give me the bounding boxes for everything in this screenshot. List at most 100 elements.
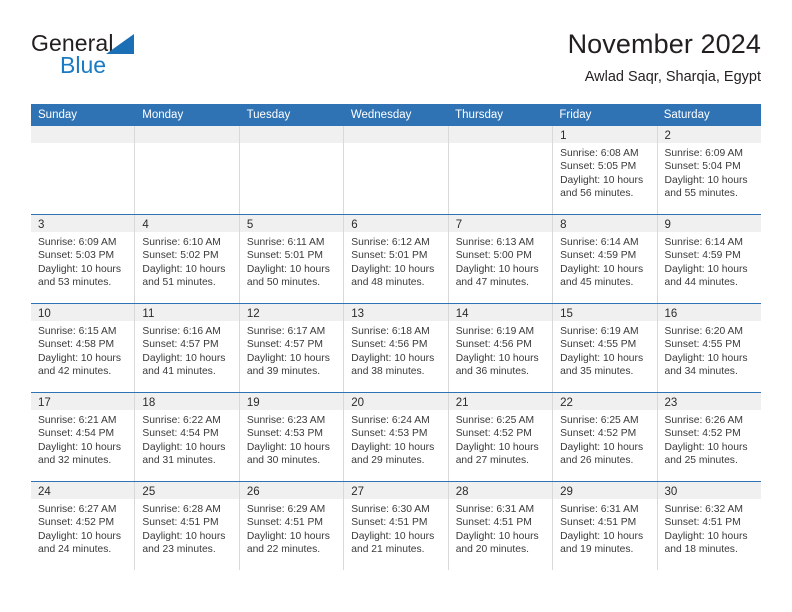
day-number-band: 7 [448,215,553,232]
page-header: General Blue November 2024 Awlad Saqr, S… [31,28,761,94]
triangle-icon [106,34,134,54]
daylight-text-line1: Daylight: 10 hours [142,441,226,453]
sunrise-text: Sunrise: 6:12 AM [351,237,430,248]
daylight-text-line2: and 48 minutes. [351,277,425,289]
calendar-grid: Sunday Monday Tuesday Wednesday Thursday… [31,104,761,570]
day-details: Sunrise: 6:19 AM Sunset: 4:56 PM Daylight:… [449,321,552,379]
sunset-text: Sunset: 4:57 PM [142,339,219,351]
day-number: 29 [560,486,573,498]
day-details: Sunrise: 6:29 AM Sunset: 4:51 PM Daylight:… [240,499,343,557]
day-number: 2 [664,130,671,142]
day-cell[interactable]: 19 Sunrise: 6:23 AM Sunset: 4:53 PM Dayligh… [239,393,345,481]
day-cell[interactable]: 6 Sunrise: 6:12 AM Sunset: 5:01 PM Daylight… [344,215,449,303]
day-cell[interactable]: 20 Sunrise: 6:24 AM Sunset: 4:53 PM Dayligh… [344,393,449,481]
day-cell[interactable]: 1 Sunrise: 6:08 AM Sunset: 5:05 PM Daylight… [553,126,658,214]
sunrise-text: Sunrise: 6:24 AM [351,415,430,426]
day-number: 20 [351,397,365,409]
daylight-text-line1: Daylight: 10 hours [142,530,226,542]
day-details: Sunrise: 6:25 AM Sunset: 4:52 PM Daylight:… [553,410,656,468]
day-number: 14 [455,308,469,320]
sunset-text: Sunset: 4:51 PM [664,517,741,529]
day-cell[interactable]: 13 Sunrise: 6:18 AM Sunset: 4:56 PM Dayligh… [344,304,449,392]
day-cell[interactable]: 4 Sunrise: 6:10 AM Sunset: 5:02 PM Daylight… [135,215,240,303]
sunset-text: Sunset: 4:51 PM [455,517,532,529]
brand-logo[interactable]: General Blue [31,28,161,87]
sunrise-text: Sunrise: 6:11 AM [246,237,325,248]
day-number-band: 25 [135,482,239,499]
sunset-text: Sunset: 4:51 PM [560,517,637,529]
day-cell[interactable]: 23 Sunrise: 6:26 AM Sunset: 4:52 PM Dayligh… [657,393,761,481]
day-cell[interactable]: 3 Sunrise: 6:09 AM Sunset: 5:03 PM Daylight… [31,215,136,303]
day-cell[interactable]: 26 Sunrise: 6:29 AM Sunset: 4:51 PM Dayligh… [239,482,345,570]
daylight-text-line2: and 47 minutes. [455,277,529,289]
day-cell[interactable]: 5 Sunrise: 6:11 AM Sunset: 5:01 PM Daylight… [239,215,345,303]
sunrise-text: Sunrise: 6:15 AM [38,326,117,337]
day-number: 1 [560,130,567,142]
daylight-text-line2: and 34 minutes. [664,366,738,378]
day-number-band [344,126,448,143]
daylight-text-line2: and 36 minutes. [455,366,529,378]
day-cell[interactable]: 2 Sunrise: 6:09 AM Sunset: 5:04 PM Daylight… [657,126,761,214]
sunset-text: Sunset: 4:55 PM [664,339,741,351]
day-details: Sunrise: 6:14 AM Sunset: 4:59 PM Daylight:… [658,232,761,290]
daylight-text-line1: Daylight: 10 hours [142,263,226,275]
day-number-band: 29 [553,482,657,499]
sunset-text: Sunset: 4:52 PM [560,428,637,440]
day-number-band [448,126,553,143]
sunset-text: Sunset: 5:01 PM [246,250,323,262]
day-cell[interactable]: 16 Sunrise: 6:20 AM Sunset: 4:55 PM Dayligh… [657,304,761,392]
day-number-band: 10 [31,304,135,321]
day-number-band: 23 [657,393,761,410]
day-number: 28 [455,486,469,498]
sunset-text: Sunset: 4:54 PM [38,428,115,440]
sunset-text: Sunset: 5:01 PM [351,250,428,262]
day-cell[interactable]: 11 Sunrise: 6:16 AM Sunset: 4:57 PM Dayligh… [135,304,240,392]
day-cell[interactable]: 22 Sunrise: 6:25 AM Sunset: 4:52 PM Dayligh… [553,393,658,481]
sunrise-text: Sunrise: 6:27 AM [38,504,117,515]
daylight-text-line2: and 20 minutes. [455,544,529,556]
day-cell[interactable]: 25 Sunrise: 6:28 AM Sunset: 4:51 PM Dayligh… [135,482,240,570]
day-details: Sunrise: 6:21 AM Sunset: 4:54 PM Daylight:… [31,410,134,468]
day-cell-empty [448,126,554,214]
daylight-text-line2: and 51 minutes. [142,277,216,289]
sunrise-text: Sunrise: 6:31 AM [560,504,639,515]
daylight-text-line1: Daylight: 10 hours [246,263,330,275]
day-cell[interactable]: 14 Sunrise: 6:19 AM Sunset: 4:56 PM Dayligh… [448,304,554,392]
day-cell[interactable]: 24 Sunrise: 6:27 AM Sunset: 4:52 PM Dayligh… [31,482,136,570]
sunrise-text: Sunrise: 6:17 AM [246,326,326,337]
day-cell[interactable]: 21 Sunrise: 6:25 AM Sunset: 4:52 PM Dayligh… [448,393,554,481]
day-number-band: 27 [344,482,448,499]
daylight-text-line2: and 19 minutes. [560,544,634,556]
sunset-text: Sunset: 4:52 PM [455,428,532,440]
daylight-text-line2: and 38 minutes. [351,366,425,378]
day-cell[interactable]: 30 Sunrise: 6:32 AM Sunset: 4:51 PM Dayligh… [657,482,761,570]
daylight-text-line1: Daylight: 10 hours [664,174,748,186]
day-cell[interactable]: 10 Sunrise: 6:15 AM Sunset: 4:58 PM Dayligh… [31,304,136,392]
sunrise-text: Sunrise: 6:26 AM [664,415,743,426]
day-details: Sunrise: 6:18 AM Sunset: 4:56 PM Daylight:… [344,321,447,379]
sunrise-text: Sunrise: 6:19 AM [455,326,535,337]
day-cell[interactable]: 28 Sunrise: 6:31 AM Sunset: 4:51 PM Dayligh… [448,482,554,570]
day-details: Sunrise: 6:32 AM Sunset: 4:51 PM Daylight:… [658,499,761,557]
daylight-text-line1: Daylight: 10 hours [455,441,539,453]
sunrise-text: Sunrise: 6:22 AM [142,415,221,426]
day-cell[interactable]: 7 Sunrise: 6:13 AM Sunset: 5:00 PM Daylight… [448,215,554,303]
day-number: 17 [38,397,51,409]
day-cell[interactable]: 18 Sunrise: 6:22 AM Sunset: 4:54 PM Dayligh… [135,393,240,481]
day-details: Sunrise: 6:12 AM Sunset: 5:01 PM Daylight:… [344,232,447,290]
day-cell[interactable]: 29 Sunrise: 6:31 AM Sunset: 4:51 PM Dayligh… [553,482,658,570]
sunset-text: Sunset: 5:05 PM [560,161,637,173]
day-cell[interactable]: 9 Sunrise: 6:14 AM Sunset: 4:59 PM Daylight… [657,215,761,303]
day-cell[interactable]: 15 Sunrise: 6:19 AM Sunset: 4:55 PM Dayligh… [553,304,658,392]
day-number-band: 9 [657,215,761,232]
day-cell[interactable]: 8 Sunrise: 6:14 AM Sunset: 4:59 PM Daylight… [553,215,658,303]
day-number: 5 [246,219,254,231]
daylight-text-line2: and 41 minutes. [142,366,216,378]
day-number-band: 1 [553,126,657,143]
day-cell[interactable]: 27 Sunrise: 6:30 AM Sunset: 4:51 PM Dayligh… [344,482,449,570]
daylight-text-line1: Daylight: 10 hours [38,263,121,275]
week-row: 24 Sunrise: 6:27 AM Sunset: 4:52 PM Dayligh… [31,481,761,570]
day-cell[interactable]: 17 Sunrise: 6:21 AM Sunset: 4:54 PM Dayligh… [31,393,136,481]
weekday-monday: Monday [142,109,184,121]
day-cell[interactable]: 12 Sunrise: 6:17 AM Sunset: 4:57 PM Dayligh… [239,304,345,392]
